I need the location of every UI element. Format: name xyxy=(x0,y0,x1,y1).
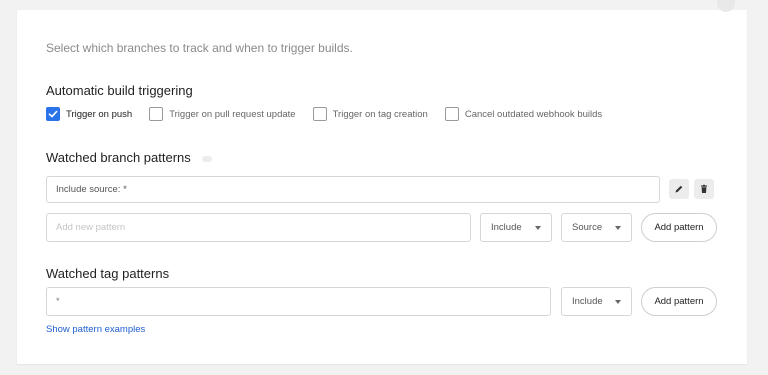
trigger-on-tag-creation-label: Trigger on tag creation xyxy=(332,108,428,120)
branch-patterns-title: Watched branch patterns xyxy=(46,150,191,165)
trigger-on-pr-update-checkbox[interactable]: Trigger on pull request update xyxy=(149,107,296,121)
branch-include-select-value: Include xyxy=(491,222,522,233)
new-branch-pattern-input[interactable]: Add new pattern xyxy=(46,213,471,242)
branch-source-select-value: Source xyxy=(572,222,603,233)
corner-decoration xyxy=(717,0,735,12)
trigger-on-push-label: Trigger on push xyxy=(66,108,133,120)
tag-pattern-input[interactable]: * xyxy=(46,287,551,316)
trigger-on-push-checkbox[interactable]: Trigger on push xyxy=(46,107,132,121)
add-branch-pattern-button[interactable]: Add pattern xyxy=(641,213,717,242)
cancel-outdated-builds-label: Cancel outdated webhook builds xyxy=(464,108,603,120)
tag-patterns-heading: Watched tag patterns xyxy=(46,266,170,281)
branch-patterns-heading: Watched branch patterns xyxy=(46,150,213,165)
trash-icon xyxy=(701,184,707,193)
trigger-on-pr-update-label: Trigger on pull request update xyxy=(169,108,296,120)
chevron-down-icon xyxy=(535,226,541,230)
add-tag-pattern-button[interactable]: Add pattern xyxy=(641,287,717,316)
cancel-outdated-builds-checkbox[interactable]: Cancel outdated webhook builds xyxy=(444,107,603,121)
chevron-down-icon xyxy=(615,226,621,230)
chevron-down-icon xyxy=(615,300,621,304)
checkbox-checked-icon[interactable] xyxy=(46,107,60,121)
delete-pattern-button[interactable] xyxy=(694,179,714,199)
edit-pattern-button[interactable] xyxy=(669,179,689,199)
checkbox-unchecked-icon[interactable] xyxy=(149,107,164,121)
auto-build-heading: Automatic build triggering xyxy=(46,83,193,98)
trigger-options: Trigger on push Trigger on pull request … xyxy=(46,107,619,121)
trigger-on-tag-creation-checkbox[interactable]: Trigger on tag creation xyxy=(312,107,428,121)
section-description: Select which branches to track and when … xyxy=(46,41,353,55)
info-badge-icon xyxy=(202,155,213,162)
branch-include-select[interactable]: Include xyxy=(480,213,552,242)
pencil-icon xyxy=(675,185,683,193)
tag-include-select-value: Include xyxy=(572,296,603,307)
checkbox-unchecked-icon[interactable] xyxy=(444,107,459,121)
branch-source-select[interactable]: Source xyxy=(561,213,632,242)
show-pattern-examples-link[interactable]: Show pattern examples xyxy=(46,324,145,335)
existing-branch-pattern: Include source: * xyxy=(46,176,660,203)
build-settings-card: Select which branches to track and when … xyxy=(17,0,747,364)
tag-include-select[interactable]: Include xyxy=(561,287,632,316)
checkbox-unchecked-icon[interactable] xyxy=(312,107,327,121)
